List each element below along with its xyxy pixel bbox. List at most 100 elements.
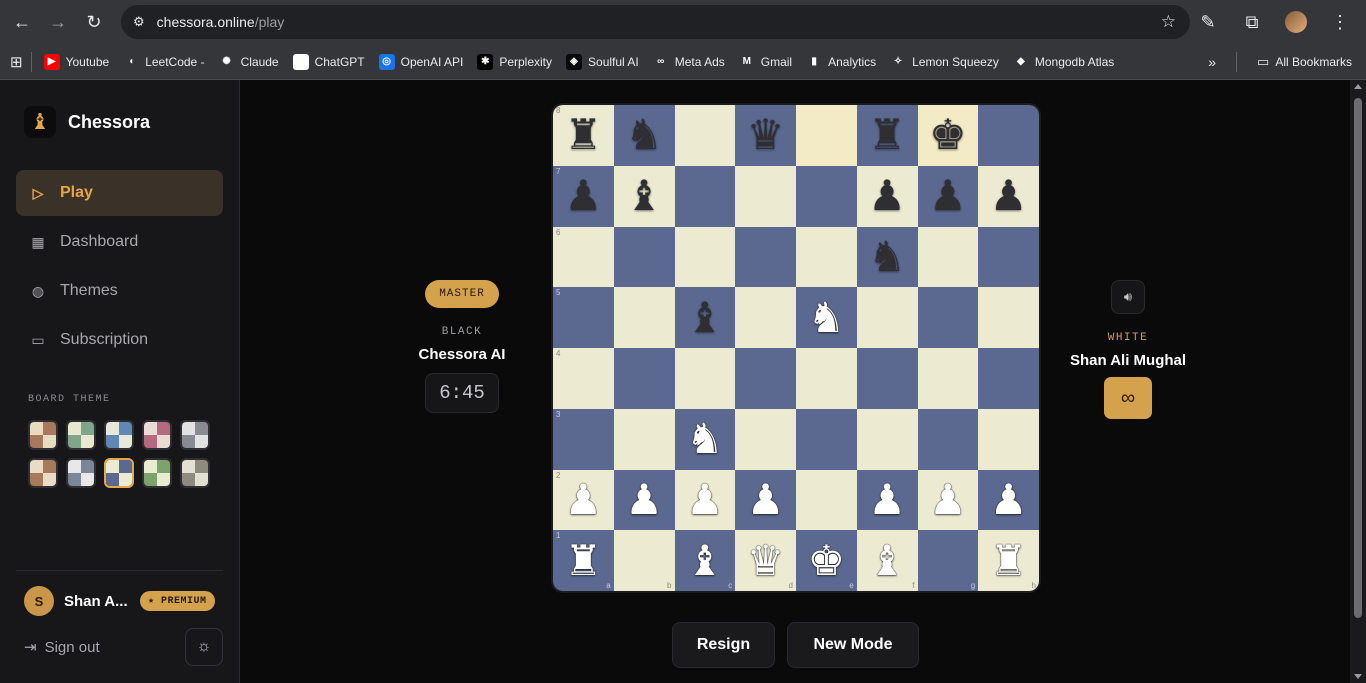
sign-out-button[interactable]: ⇥ Sign out	[24, 638, 100, 657]
user-profile[interactable]: S Shan A... ★ PREMIUM	[16, 586, 223, 616]
square-g3[interactable]	[917, 408, 979, 470]
square-f5[interactable]	[856, 287, 918, 348]
square-f8[interactable]: ♜	[856, 105, 918, 166]
square-h2[interactable]: ♟	[978, 469, 1039, 531]
black-queen-icon[interactable]: ♛	[747, 114, 785, 156]
square-b8[interactable]: ♞	[613, 105, 675, 166]
menu-icon[interactable]: ⋮	[1322, 4, 1358, 40]
square-e3[interactable]	[796, 408, 857, 470]
square-d8[interactable]: ♛	[735, 105, 796, 166]
square-g6[interactable]	[917, 226, 979, 288]
bookmark-leetcode[interactable]: ◖ LeetCode -	[123, 53, 205, 70]
black-rook-icon[interactable]: ♜	[565, 114, 603, 156]
address-bar[interactable]: ⚙ chessora.online/play ☆	[121, 5, 1190, 39]
square-c7[interactable]	[674, 165, 736, 227]
square-c1[interactable]: c ♝	[674, 530, 736, 591]
theme-toggle-sun-icon[interactable]: ☼	[185, 628, 223, 666]
back-icon[interactable]: ←	[4, 4, 40, 40]
white-knight-icon[interactable]: ♞	[808, 296, 846, 339]
extensions-icon[interactable]: ⧉	[1234, 4, 1270, 40]
square-b5[interactable]	[613, 287, 675, 348]
square-h4[interactable]	[978, 348, 1039, 409]
bookmark-soulful[interactable]: ◈ Soulful AI	[566, 53, 639, 70]
board-theme-swatch[interactable]	[142, 420, 172, 450]
white-pawn-icon[interactable]: ♟	[747, 478, 785, 521]
bookmark-youtube[interactable]: ▶ Youtube	[43, 53, 109, 70]
square-e2[interactable]	[796, 469, 857, 531]
square-f2[interactable]: ♟	[856, 469, 918, 531]
square-d1[interactable]: d ♛	[735, 530, 796, 591]
white-pawn-icon[interactable]: ♟	[565, 478, 603, 521]
square-d2[interactable]: ♟	[735, 469, 796, 531]
square-a8[interactable]: 8 ♜	[553, 105, 614, 166]
square-a2[interactable]: 2 ♟	[553, 469, 614, 531]
square-d7[interactable]	[735, 165, 796, 227]
white-bishop-icon[interactable]: ♝	[686, 539, 724, 582]
white-bishop-icon[interactable]: ♝	[868, 539, 906, 582]
bookmark-perplexity[interactable]: ✱ Perplexity	[477, 53, 552, 70]
board-theme-swatch[interactable]	[142, 458, 172, 488]
white-rook-icon[interactable]: ♜	[990, 539, 1028, 582]
black-bishop-icon[interactable]: ♝	[625, 175, 663, 217]
scroll-up-arrow-icon[interactable]	[1354, 84, 1362, 89]
square-a3[interactable]: 3	[553, 408, 614, 470]
white-rook-icon[interactable]: ♜	[565, 539, 603, 582]
square-h3[interactable]	[978, 408, 1039, 470]
square-e7[interactable]	[796, 165, 857, 227]
square-g4[interactable]	[917, 348, 979, 409]
bookmarks-overflow-icon[interactable]: »	[1208, 54, 1216, 70]
board-theme-swatch[interactable]	[66, 420, 96, 450]
square-f3[interactable]	[856, 408, 918, 470]
square-g7[interactable]: ♟	[917, 165, 979, 227]
bookmark-mongodb[interactable]: ◆ Mongodb Atlas	[1012, 53, 1114, 70]
bookmark-analytics[interactable]: ▮ Analytics	[806, 53, 876, 70]
bookmark-lemonsqueezy[interactable]: ✧ Lemon Squeezy	[890, 53, 999, 70]
square-e4[interactable]	[796, 348, 857, 409]
square-e8[interactable]	[796, 105, 857, 166]
square-c4[interactable]	[674, 348, 736, 409]
bookmark-claude[interactable]: ✺ Claude	[218, 53, 279, 70]
square-c2[interactable]: ♟	[674, 469, 736, 531]
square-c8[interactable]	[674, 105, 736, 166]
square-d3[interactable]	[735, 408, 796, 470]
site-settings-icon[interactable]: ⚙	[133, 14, 145, 30]
reload-icon[interactable]: ↻	[76, 4, 112, 40]
square-f7[interactable]: ♟	[856, 165, 918, 227]
square-d5[interactable]	[735, 287, 796, 348]
forward-icon[interactable]: →	[40, 4, 76, 40]
board-theme-swatch[interactable]	[28, 458, 58, 488]
white-pawn-icon[interactable]: ♟	[868, 478, 906, 521]
new-mode-button[interactable]: New Mode	[787, 622, 919, 668]
bookmark-gmail[interactable]: M Gmail	[738, 53, 792, 70]
square-b2[interactable]: ♟	[613, 469, 675, 531]
square-c5[interactable]: ♝	[674, 287, 736, 348]
square-h7[interactable]: ♟	[978, 165, 1039, 227]
black-bishop-icon[interactable]: ♝	[686, 296, 724, 339]
square-d6[interactable]	[735, 226, 796, 288]
sidebar-item-dashboard[interactable]: ▦ Dashboard	[16, 219, 223, 265]
square-a7[interactable]: 7 ♟	[553, 165, 614, 227]
square-g1[interactable]: g	[917, 530, 979, 591]
eyedropper-icon[interactable]: ✎	[1190, 4, 1226, 40]
board-theme-swatch[interactable]	[66, 458, 96, 488]
square-f1[interactable]: f ♝	[856, 530, 918, 591]
white-queen-icon[interactable]: ♛	[747, 539, 785, 582]
scroll-down-arrow-icon[interactable]	[1354, 674, 1362, 679]
square-f6[interactable]: ♞	[856, 226, 918, 288]
sidebar-item-play[interactable]: ▷ Play	[16, 170, 223, 216]
white-pawn-icon[interactable]: ♟	[929, 478, 967, 521]
bookmark-chatgpt[interactable]: ◎ ChatGPT	[292, 53, 365, 70]
square-f4[interactable]	[856, 348, 918, 409]
square-h5[interactable]	[978, 287, 1039, 348]
board-theme-swatch[interactable]	[180, 420, 210, 450]
square-b4[interactable]	[613, 348, 675, 409]
square-g8[interactable]: ♚	[917, 105, 979, 166]
black-king-icon[interactable]: ♚	[929, 114, 967, 156]
all-bookmarks[interactable]: ▭ All Bookmarks	[1257, 54, 1352, 70]
black-pawn-icon[interactable]: ♟	[990, 175, 1028, 217]
square-g5[interactable]	[917, 287, 979, 348]
resign-button[interactable]: Resign	[672, 622, 775, 668]
square-e6[interactable]	[796, 226, 857, 288]
board-theme-swatch[interactable]	[28, 420, 58, 450]
square-e5[interactable]: ♞	[796, 287, 857, 348]
